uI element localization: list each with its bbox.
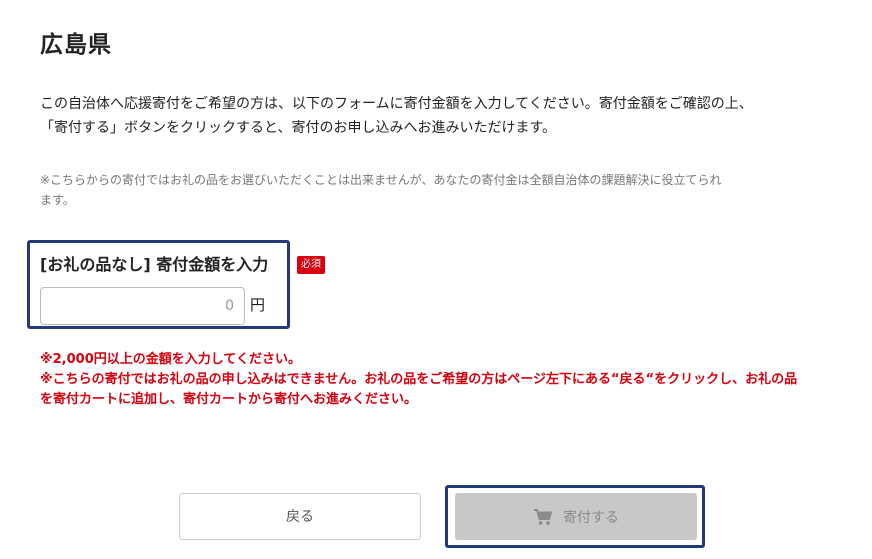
donate-button[interactable]: 寄付する (455, 493, 697, 540)
back-button[interactable]: 戻る (179, 493, 421, 540)
page-title: 広島県 (40, 32, 112, 58)
warning-min-amount: ※2,000円以上の金額を入力してください。 (40, 352, 301, 367)
amount-label: [お礼の品なし] 寄付金額を入力 (40, 255, 269, 274)
note-text-line-1: ※こちらからの寄付ではお礼の品をお選びいただくことは出来ませんが、あなたの寄付金… (40, 173, 722, 187)
donation-page: 広島県 この自治体へ応援寄付をご希望の方は、以下のフォームに寄付金額を入力してく… (0, 0, 872, 559)
cart-icon (534, 508, 552, 525)
donate-button-label: 寄付する (563, 509, 619, 526)
note-text: ※こちらからの寄付ではお礼の品をお選びいただくことは出来ませんが、あなたの寄付金… (40, 170, 840, 210)
warning-no-gift-line-2: を寄付カートに追加し、寄付カートから寄付へお進みください。 (40, 392, 418, 407)
warning-no-gift-line-1: ※こちらの寄付ではお礼の品の申し込みはできません。お礼の品をご希望の方はページ左… (40, 372, 798, 387)
required-badge: 必須 (297, 256, 325, 274)
lead-text: この自治体へ応援寄付をご希望の方は、以下のフォームに寄付金額を入力してください。… (40, 92, 850, 140)
lead-text-line-2: 「寄付する」ボタンをクリックすると、寄付のお申し込みへお進みいただけます。 (40, 120, 557, 136)
note-text-line-2: ます。 (40, 193, 75, 207)
warning-messages: ※2,000円以上の金額を入力してください。 ※こちらの寄付ではお礼の品の申し込… (40, 350, 840, 410)
lead-text-line-1: この自治体へ応援寄付をご希望の方は、以下のフォームに寄付金額を入力してください。… (40, 96, 753, 112)
currency-unit: 円 (250, 296, 266, 314)
amount-input[interactable] (40, 287, 245, 325)
